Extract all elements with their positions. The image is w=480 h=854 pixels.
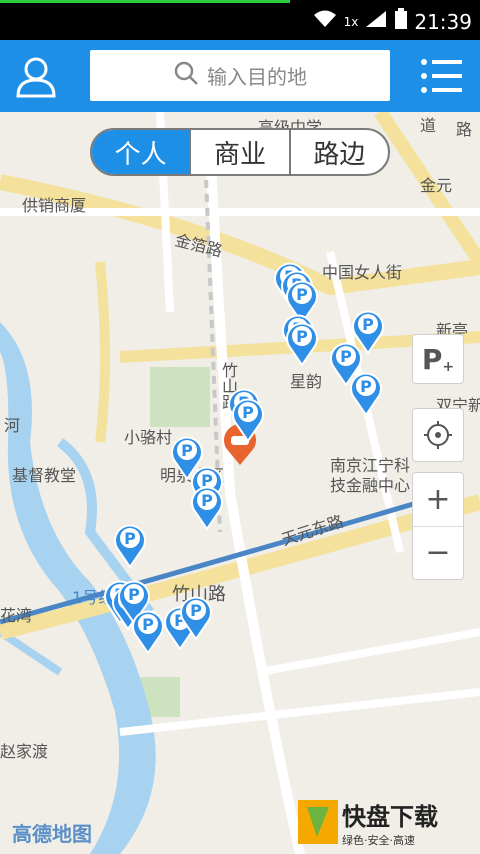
loading-progress [0,0,290,3]
map-view[interactable]: 高级中学 供销商厦 金箔路 中国女人街 金元 新亭 星韵 双宁新 竹山路 小骆村… [0,112,480,854]
parking-layer-button[interactable]: P + [412,334,464,384]
zoom-in-button[interactable]: + [413,474,463,527]
user-icon[interactable] [14,54,58,98]
svg-text:P: P [181,441,193,460]
map-label: 基督教堂 [12,466,77,485]
map-label: 河 [4,416,21,435]
signal-icon [364,9,388,34]
status-bar: 1x 21:39 [0,0,480,40]
zoom-controls: + − [412,472,464,580]
battery-icon [394,8,408,35]
map-label: 星韵 [290,372,323,391]
svg-text:P: P [296,327,308,346]
svg-text:P: P [190,601,202,620]
zoom-out-button[interactable]: − [413,527,463,579]
map-label: 小骆村 [124,428,173,447]
wifi-icon [312,9,338,34]
map-label: 中国女人街 [322,263,403,282]
map-label: 技金融中心 [330,476,411,495]
tab-commercial[interactable]: 商业 [189,130,288,174]
menu-icon[interactable] [420,56,464,96]
parking-icon: P [421,342,443,376]
watermark: 快盘下载 绿色·安全·高速 [298,796,474,848]
parking-pin[interactable]: P [285,320,319,367]
status-right: 1x 21:39 [312,8,472,35]
parking-pin[interactable]: P [113,522,147,569]
svg-text:P: P [128,585,140,604]
map-label: 金元 [420,176,453,195]
search-input[interactable]: 输入目的地 [90,50,390,101]
svg-text:P: P [201,491,213,510]
svg-text:P: P [124,529,136,548]
search-placeholder: 输入目的地 [207,65,307,89]
watermark-title: 快盘下载 [342,802,438,831]
locate-icon [424,421,452,449]
svg-text:P: P [242,403,254,422]
map-label: 道 [420,116,437,135]
locate-button[interactable] [412,408,464,462]
parking-pin[interactable]: P [349,370,383,417]
network-label: 1x [343,14,359,29]
svg-text:P: P [360,377,372,396]
parking-pin[interactable]: P [231,396,265,443]
svg-text:P: P [296,285,308,304]
app-bar: 输入目的地 [0,40,480,112]
map-label: 供销商厦 [22,196,87,215]
map-logo: 高德地图 [12,822,92,846]
parking-pin[interactable]: P [131,608,165,655]
watermark-subtitle: 绿色·安全·高速 [342,833,415,847]
parking-type-tabs: 个人 商业 路边 [90,128,390,176]
watermark-logo-icon [298,800,338,844]
search-icon [173,60,199,91]
svg-text:P: P [362,315,374,334]
tab-roadside[interactable]: 路边 [288,130,388,174]
map-label: 赵家渡 [0,742,49,761]
svg-text:P: P [340,347,352,366]
map-label: 路 [456,120,473,139]
map-label: 花湾 [0,606,33,625]
clock: 21:39 [414,9,472,34]
parking-pin[interactable]: P [190,484,224,531]
parking-pin[interactable]: P [179,594,213,641]
svg-text:P: P [142,615,154,634]
tab-personal[interactable]: 个人 [92,130,190,174]
